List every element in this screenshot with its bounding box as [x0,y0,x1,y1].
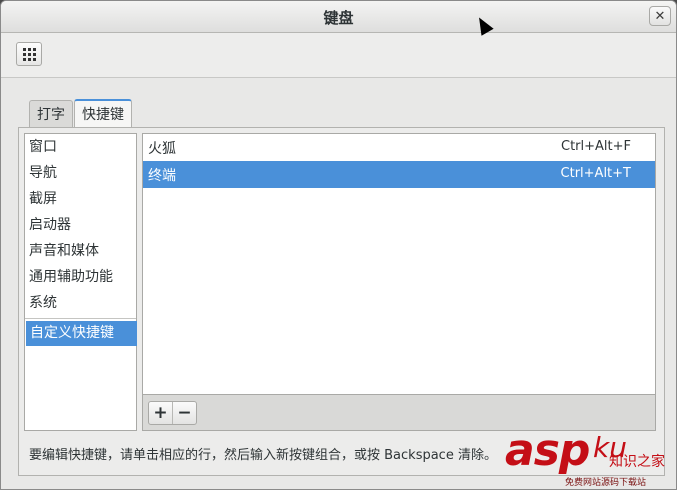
category-item-sound-media[interactable]: 声音和媒体 [29,239,99,263]
keyboard-settings-window: 键盘 ✕ 打字 快捷键 窗口 导航 截屏 启动器 声音和媒体 通用辅助功能 系统… [0,0,677,490]
edit-hint-text: 要编辑快捷键，请单击相应的行，然后输入新按键组合，或按 Backspace 清除… [29,448,497,463]
category-item-window[interactable]: 窗口 [29,135,57,159]
category-item-navigation[interactable]: 导航 [29,161,57,185]
window-title: 键盘 [323,9,354,27]
close-button[interactable]: ✕ [649,6,671,26]
watermark-logo: asp ku 知识之家 免费网站源码下载站 [505,425,676,489]
tab-bar: 打字 快捷键 [29,99,133,128]
category-item-custom-shortcuts[interactable]: 自定义快捷键 [26,321,137,346]
add-shortcut-button[interactable]: + [149,402,172,424]
category-separator [25,318,136,319]
category-item-screenshots[interactable]: 截屏 [29,187,57,211]
add-remove-group: + − [148,401,197,425]
app-menu-button[interactable] [16,42,42,66]
tab-shortcuts[interactable]: 快捷键 [74,99,132,127]
shortcut-row-selected[interactable]: 终端 Ctrl+Alt+T [143,161,655,188]
watermark-text: asp [505,425,590,476]
category-item-system[interactable]: 系统 [29,291,57,315]
remove-shortcut-button[interactable]: − [172,402,196,424]
close-icon: ✕ [654,8,666,24]
category-item-accessibility[interactable]: 通用辅助功能 [29,265,113,289]
grid-icon [22,47,36,61]
category-item-launchers[interactable]: 启动器 [29,213,71,237]
shortcut-list: 火狐 Ctrl+Alt+F 终端 Ctrl+Alt+T [142,133,656,395]
shortcut-category-list: 窗口 导航 截屏 启动器 声音和媒体 通用辅助功能 系统 自定义快捷键 [24,133,137,431]
shortcut-name: 火狐 [148,141,176,157]
shortcut-accelerator: Ctrl+Alt+F [561,139,631,154]
watermark-footer: 免费网站源码下载站 [565,478,647,488]
header-toolbar [1,33,676,78]
tab-typing[interactable]: 打字 [29,100,73,127]
watermark-sub: 知识之家 [609,454,665,470]
shortcut-row[interactable]: 火狐 Ctrl+Alt+F [143,134,655,161]
category-item-label: 自定义快捷键 [30,325,114,341]
shortcut-accelerator: Ctrl+Alt+T [560,166,631,181]
titlebar: 键盘 ✕ [1,1,676,33]
shortcut-name: 终端 [148,168,176,184]
